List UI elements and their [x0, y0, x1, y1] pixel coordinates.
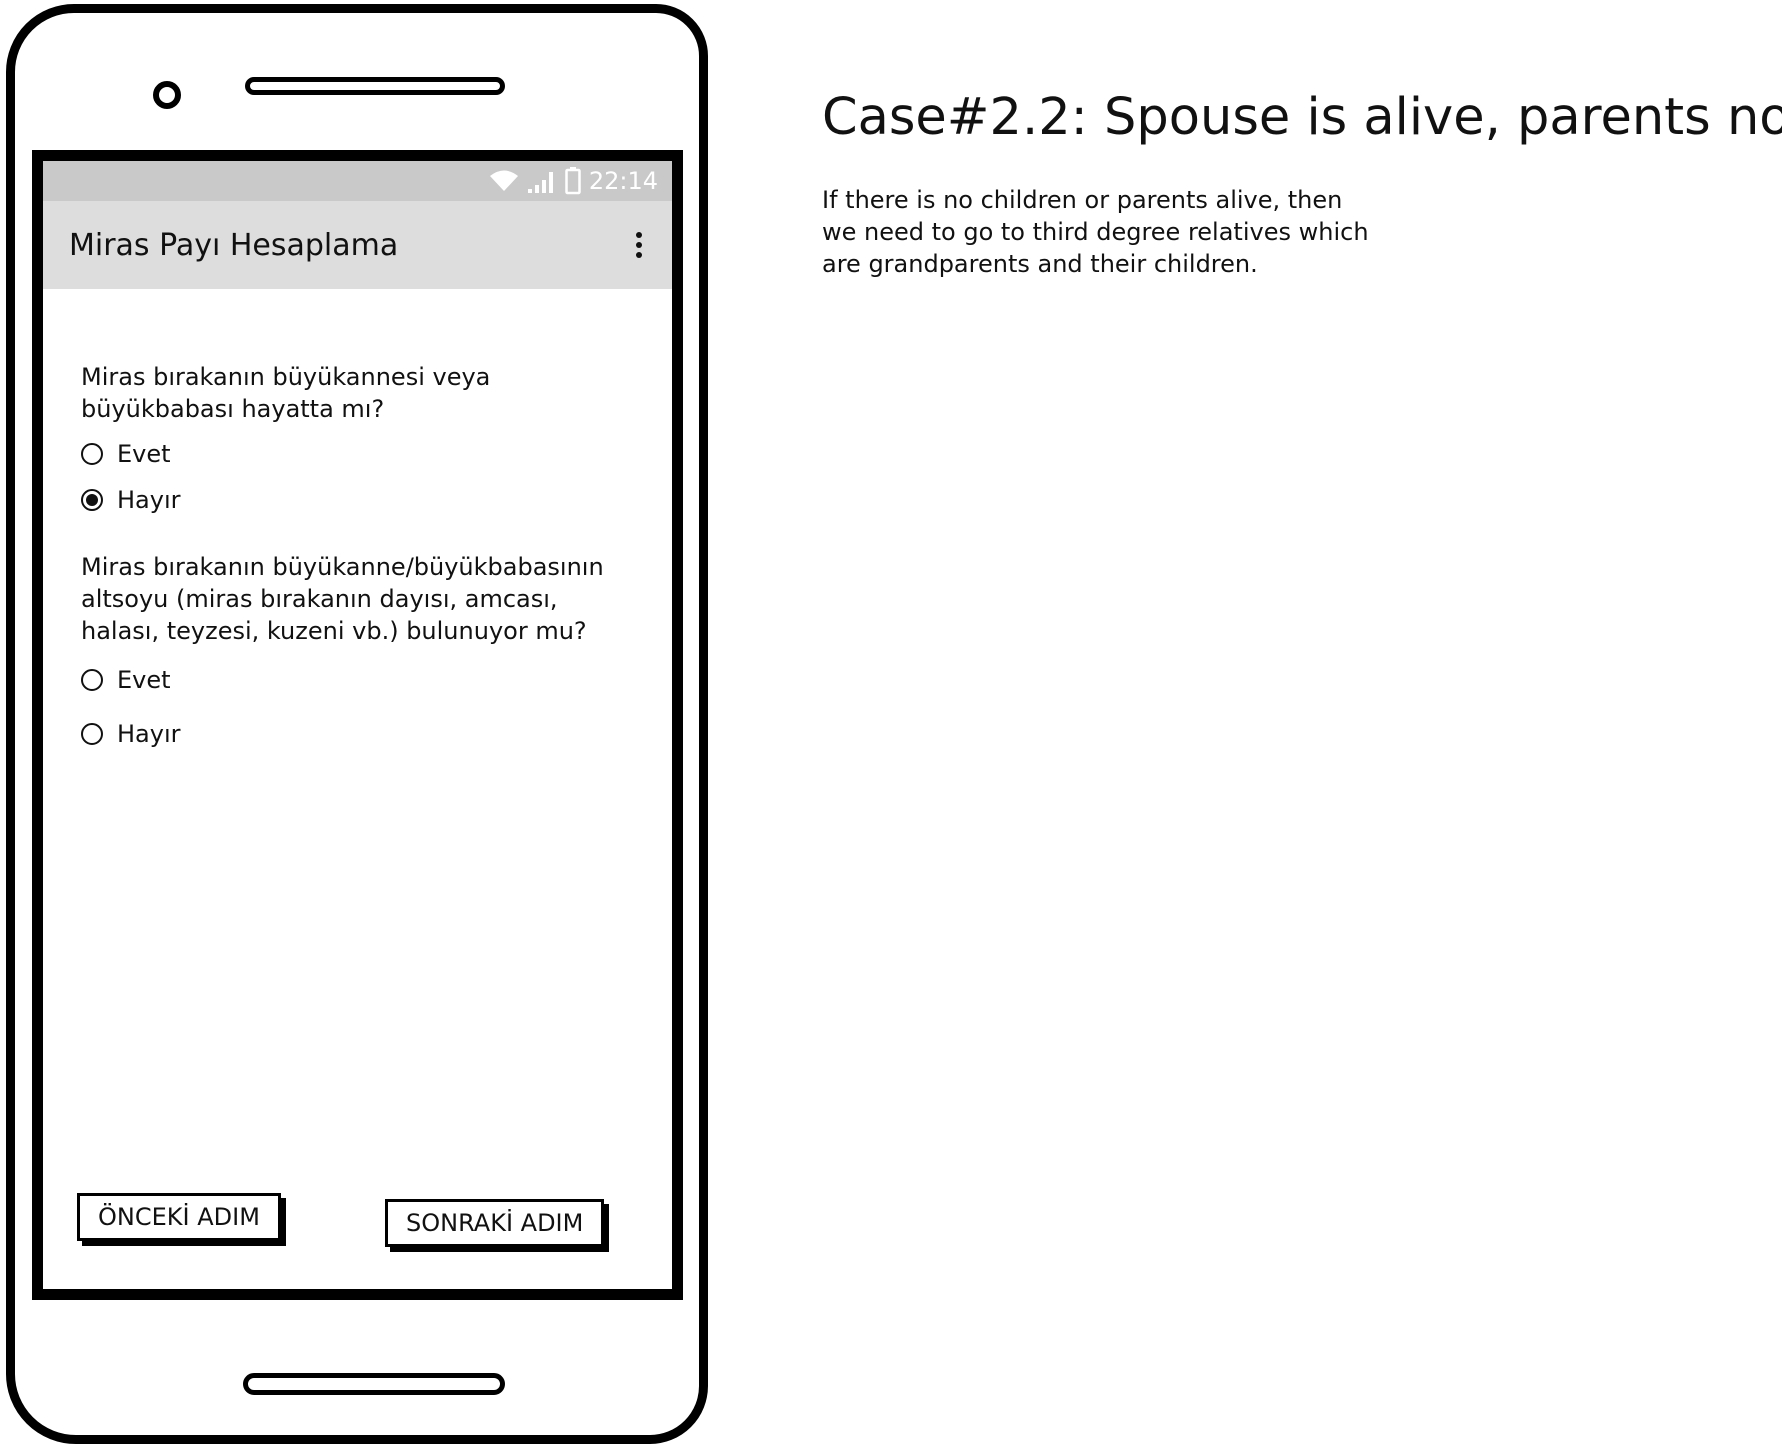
radio-label: Hayır	[117, 720, 181, 748]
signal-icon	[527, 168, 557, 194]
phone-screen: 22:14 Miras Payı Hesaplama Miras bırakan…	[32, 150, 683, 1300]
home-bar[interactable]	[243, 1373, 505, 1395]
speaker	[245, 77, 505, 95]
radio-label: Hayır	[117, 486, 181, 514]
overflow-menu-icon[interactable]	[630, 226, 648, 264]
next-step-button[interactable]: SONRAKİ ADIM	[385, 1199, 605, 1247]
radio-label: Evet	[117, 666, 171, 694]
form-content: Miras bırakanın büyükannesi veya büyükba…	[43, 361, 672, 751]
question-descendants-exist: Miras bırakanın büyükanne/büyükbabasının…	[81, 553, 604, 645]
radio-button[interactable]	[81, 723, 103, 745]
radio-button-selected[interactable]	[81, 489, 103, 511]
case-description: If there is no children or parents alive…	[822, 186, 1369, 278]
status-time: 22:14	[588, 167, 658, 195]
radio-button[interactable]	[81, 669, 103, 691]
status-bar: 22:14	[43, 161, 672, 201]
camera	[153, 81, 181, 109]
radio-option-evet[interactable]: Evet	[81, 663, 642, 697]
wifi-icon	[489, 169, 519, 193]
app-title: Miras Payı Hesaplama	[69, 227, 399, 263]
radio-group-descendants: Evet Hayır	[81, 663, 642, 751]
previous-step-button[interactable]: ÖNCEKİ ADIM	[77, 1193, 281, 1241]
question-grandparents-alive: Miras bırakanın büyükannesi veya büyükba…	[81, 363, 491, 423]
radio-option-hayir[interactable]: Hayır	[81, 717, 642, 751]
radio-group-grandparents: Evet Hayır	[81, 437, 642, 517]
radio-label: Evet	[117, 440, 171, 468]
app-bar: Miras Payı Hesaplama	[43, 201, 672, 289]
battery-icon	[565, 167, 581, 195]
case-title: Case#2.2: Spouse is alive, parents not	[822, 88, 1782, 147]
radio-button[interactable]	[81, 443, 103, 465]
radio-option-hayir[interactable]: Hayır	[81, 483, 642, 517]
radio-option-evet[interactable]: Evet	[81, 437, 642, 471]
